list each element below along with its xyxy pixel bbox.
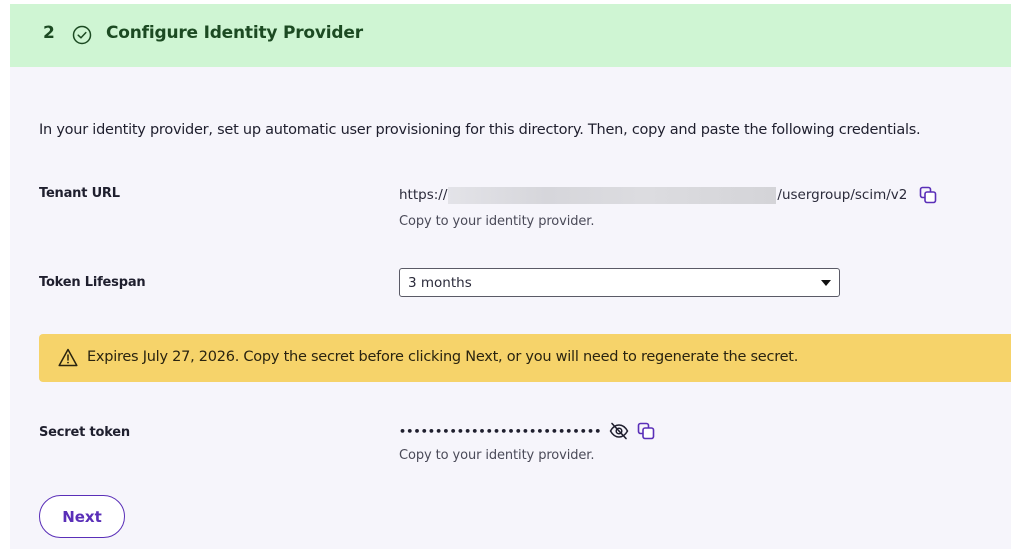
warning-triangle-icon — [58, 348, 78, 367]
step-title: Configure Identity Provider — [106, 23, 363, 43]
intro-text: In your identity provider, set up automa… — [39, 122, 921, 138]
tenant-url-value: https:// /usergroup/scim/v2 — [399, 185, 937, 205]
step-number: 2 — [43, 23, 55, 43]
secret-token-label: Secret token — [39, 425, 130, 440]
caret-down-icon — [821, 280, 831, 286]
tenant-url-redacted — [448, 186, 777, 204]
secret-token-hint: Copy to your identity provider. — [399, 448, 595, 463]
step-header: 2 Configure Identity Provider — [10, 4, 1011, 67]
tenant-url-suffix: /usergroup/scim/v2 — [777, 187, 908, 203]
token-lifespan-select[interactable]: 3 months — [399, 268, 840, 297]
copy-secret-token-icon[interactable] — [637, 422, 655, 440]
warning-text: Expires July 27, 2026. Copy the secret b… — [87, 349, 799, 365]
expiry-warning-banner: Expires July 27, 2026. Copy the secret b… — [39, 334, 1011, 382]
eye-off-icon[interactable] — [609, 422, 629, 440]
token-lifespan-selected: 3 months — [408, 274, 472, 291]
token-lifespan-label: Token Lifespan — [39, 275, 146, 290]
configure-idp-panel: 2 Configure Identity Provider In your id… — [10, 4, 1011, 549]
secret-token-masked: •••••••••••••••••••••••••••• — [399, 424, 602, 438]
tenant-url-prefix: https:// — [399, 187, 448, 203]
tenant-url-hint: Copy to your identity provider. — [399, 214, 595, 229]
copy-tenant-url-icon[interactable] — [919, 186, 937, 204]
next-button[interactable]: Next — [39, 495, 125, 538]
secret-token-value: •••••••••••••••••••••••••••• — [399, 421, 655, 441]
check-circle-icon — [71, 24, 93, 46]
tenant-url-label: Tenant URL — [39, 186, 120, 201]
